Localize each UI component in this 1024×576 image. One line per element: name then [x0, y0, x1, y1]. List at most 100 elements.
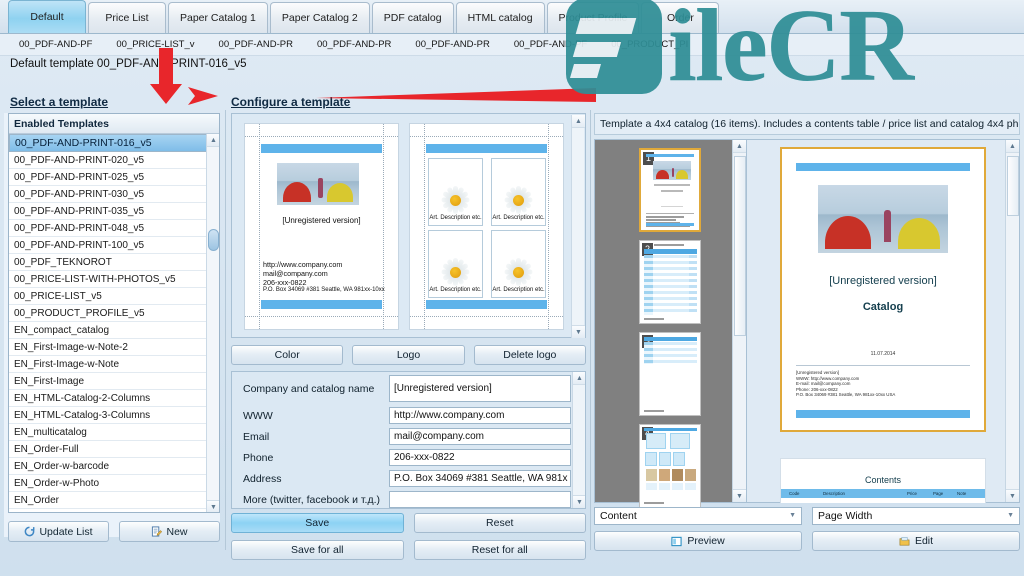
template-page-2-preview[interactable]: Art. Description etc. Art. Description e…	[409, 123, 564, 330]
color-button[interactable]: Color	[231, 345, 344, 365]
template-list-item[interactable]: EN_multicatalog	[9, 424, 219, 441]
page-subtitle: Catalog	[862, 301, 904, 313]
template-list-item[interactable]: EN_Order-w-Photo	[9, 475, 219, 492]
tab-pdf-catalog[interactable]: PDF catalog	[371, 2, 454, 33]
page-view-scrollbar[interactable]: ▲ ▼	[1005, 140, 1019, 502]
field-input[interactable]: mail@company.com	[389, 428, 571, 445]
scroll-up-icon[interactable]: ▲	[207, 134, 219, 147]
catalog-cell: Art. Description etc.	[428, 158, 483, 226]
template-list-item[interactable]: EN_Order-Full	[9, 441, 219, 458]
template-list-item[interactable]: 00_PDF-AND-PRINT-020_v5	[9, 152, 219, 169]
new-document-icon	[151, 526, 163, 537]
page-thumbnail[interactable]: 4	[639, 424, 701, 508]
logo-button[interactable]: Logo	[352, 345, 465, 365]
tab-paper-catalog-1[interactable]: Paper Catalog 1	[168, 2, 268, 33]
field-input[interactable]: http://www.company.com	[389, 407, 571, 424]
tab-default[interactable]: Default	[8, 0, 86, 33]
content-select[interactable]: Content ▼	[594, 507, 802, 525]
template-list-item[interactable]: 00_PRICE-LIST_v5	[9, 288, 219, 305]
tab-paper-catalog-2[interactable]: Paper Catalog 2	[269, 2, 370, 33]
scroll-up-icon[interactable]: ▲	[733, 140, 746, 153]
field-input[interactable]: [Unregistered version]	[389, 375, 571, 402]
viewer-options-row: Content ▼ Page Width ▼	[594, 507, 1020, 525]
field-input[interactable]	[389, 491, 571, 508]
preview-www: http://www.company.com	[263, 260, 343, 269]
form-row: Address P.O. Box 34069 #381 Seattle, WA 9…	[232, 468, 585, 489]
template-list-header: Enabled Templates	[9, 114, 219, 134]
template-list-item[interactable]: 00_PDF-AND-PRINT-100_v5	[9, 237, 219, 254]
tab-product-profile[interactable]: Product Profile	[546, 2, 640, 33]
current-page-render: [Unregistered version] Catalog 11.07.201…	[780, 147, 986, 432]
tab-price-list[interactable]: Price List	[88, 2, 166, 33]
fields-scrollbar[interactable]: ▲ ▼	[572, 372, 585, 508]
contents-col: Code	[789, 491, 800, 496]
template-list-item[interactable]: 00_PDF-AND-PRINT-016_v5	[9, 134, 219, 152]
template-list-item[interactable]: EN_compact_catalog	[9, 322, 219, 339]
refresh-icon	[24, 526, 35, 537]
scroll-up-icon[interactable]: ▲	[572, 115, 585, 128]
field-input[interactable]: P.O. Box 34069 #381 Seattle, WA 981x	[389, 470, 571, 487]
template-list-item[interactable]: 00_PDF_TEKNOROT	[9, 254, 219, 271]
contents-col: Price	[907, 491, 918, 496]
scroll-down-icon[interactable]: ▼	[572, 325, 585, 338]
thumbnail-pane-scrollbar[interactable]: ▲ ▼	[732, 140, 746, 502]
scroll-down-icon[interactable]: ▼	[733, 489, 746, 502]
field-label: Address	[243, 472, 282, 485]
scrollbar-thumb[interactable]	[734, 156, 746, 336]
template-list-item[interactable]: 00_PDF-AND-PRINT-030_v5	[9, 186, 219, 203]
scroll-up-icon[interactable]: ▲	[1006, 140, 1019, 153]
save-button[interactable]: Save	[231, 513, 404, 533]
zoom-select[interactable]: Page Width ▼	[812, 507, 1020, 525]
template-list-item[interactable]: 00_PDF-AND-PRINT-048_v5	[9, 220, 219, 237]
template-list-item[interactable]: 00_PRODUCT_PROFILE_v5	[9, 305, 219, 322]
template-list-scrollbar[interactable]: ▲ ▼	[206, 134, 219, 512]
delete-logo-button[interactable]: Delete logo	[473, 345, 586, 365]
tab-html-catalog[interactable]: HTML catalog	[455, 2, 545, 33]
save-for-all-button[interactable]: Save for all	[231, 540, 404, 560]
field-input[interactable]: 206-xxx-0822	[389, 449, 571, 466]
template-type-tabbar: Default Price List Paper Catalog 1 Paper…	[0, 0, 1024, 34]
update-list-button[interactable]: Update List	[8, 521, 109, 542]
footer-band	[426, 300, 547, 309]
page-date: 11.07.2014	[870, 351, 896, 357]
template-list-item[interactable]: EN_Order-w-barcode	[9, 458, 219, 475]
page-view-pane[interactable]: [Unregistered version] Catalog 11.07.201…	[747, 140, 1019, 503]
reset-button[interactable]: Reset	[413, 513, 586, 533]
template-list-item[interactable]: EN_Order	[9, 492, 219, 509]
preview-icon	[671, 536, 682, 547]
page-addr-line: P.O. Box 34069 #381 Seattle, WA 981xx-10…	[796, 392, 896, 398]
edit-button[interactable]: Edit	[812, 531, 1020, 551]
scrollbar-thumb[interactable]	[208, 229, 219, 251]
unregistered-label: [Unregistered version]	[282, 216, 361, 225]
tab-order[interactable]: Order	[641, 2, 720, 33]
page-thumbnail[interactable]: 2	[639, 240, 701, 324]
scrollbar-thumb[interactable]	[1007, 156, 1019, 216]
scroll-down-icon[interactable]: ▼	[207, 500, 219, 512]
scroll-down-icon[interactable]: ▼	[573, 495, 585, 508]
template-list-item[interactable]: 00_PDF-AND-PRINT-035_v5	[9, 203, 219, 220]
next-page-render: Contents Code Description Price Page Not…	[780, 458, 986, 503]
header-band	[796, 163, 970, 171]
template-list-item[interactable]: EN_First-Image	[9, 373, 219, 390]
layout-preview-scrollbar[interactable]: ▲ ▼	[571, 115, 585, 338]
template-list-item[interactable]: 00_PDF-AND-PRINT-025_v5	[9, 169, 219, 186]
reset-for-all-button[interactable]: Reset for all	[413, 540, 586, 560]
scroll-up-icon[interactable]: ▲	[573, 372, 585, 385]
template-list-item[interactable]: EN_First-Image-w-Note-2	[9, 339, 219, 356]
flower-icon	[502, 185, 536, 215]
new-template-label: New	[166, 525, 188, 538]
page-thumbnail[interactable]: 1	[639, 148, 701, 232]
template-list-item[interactable]: 00_PRICE-LIST-WITH-PHOTOS_v5	[9, 271, 219, 288]
new-template-button[interactable]: New	[119, 521, 220, 542]
preview-button[interactable]: Preview	[594, 531, 802, 551]
template-list-item[interactable]: EN_HTML-Catalog-2-Columns	[9, 390, 219, 407]
default-template-line: Default template 00_PDF-AND-PRINT-016_v5	[10, 58, 247, 70]
catalog-cell: Art. Description etc.	[428, 230, 483, 298]
template-list-item[interactable]: EN_HTML-Catalog-3-Columns	[9, 407, 219, 424]
template-page-1-preview[interactable]: [Unregistered version] http://www.compan…	[244, 123, 399, 330]
template-listbox[interactable]: Enabled Templates 00_PDF-AND-PRINT-016_v…	[8, 113, 220, 513]
page-thumbnail[interactable]: 3	[639, 332, 701, 416]
page-thumbnail-pane[interactable]: 1 3 ▲ ▼	[595, 140, 747, 508]
scroll-down-icon[interactable]: ▼	[1006, 489, 1019, 502]
template-list-item[interactable]: EN_First-Image-w-Note	[9, 356, 219, 373]
